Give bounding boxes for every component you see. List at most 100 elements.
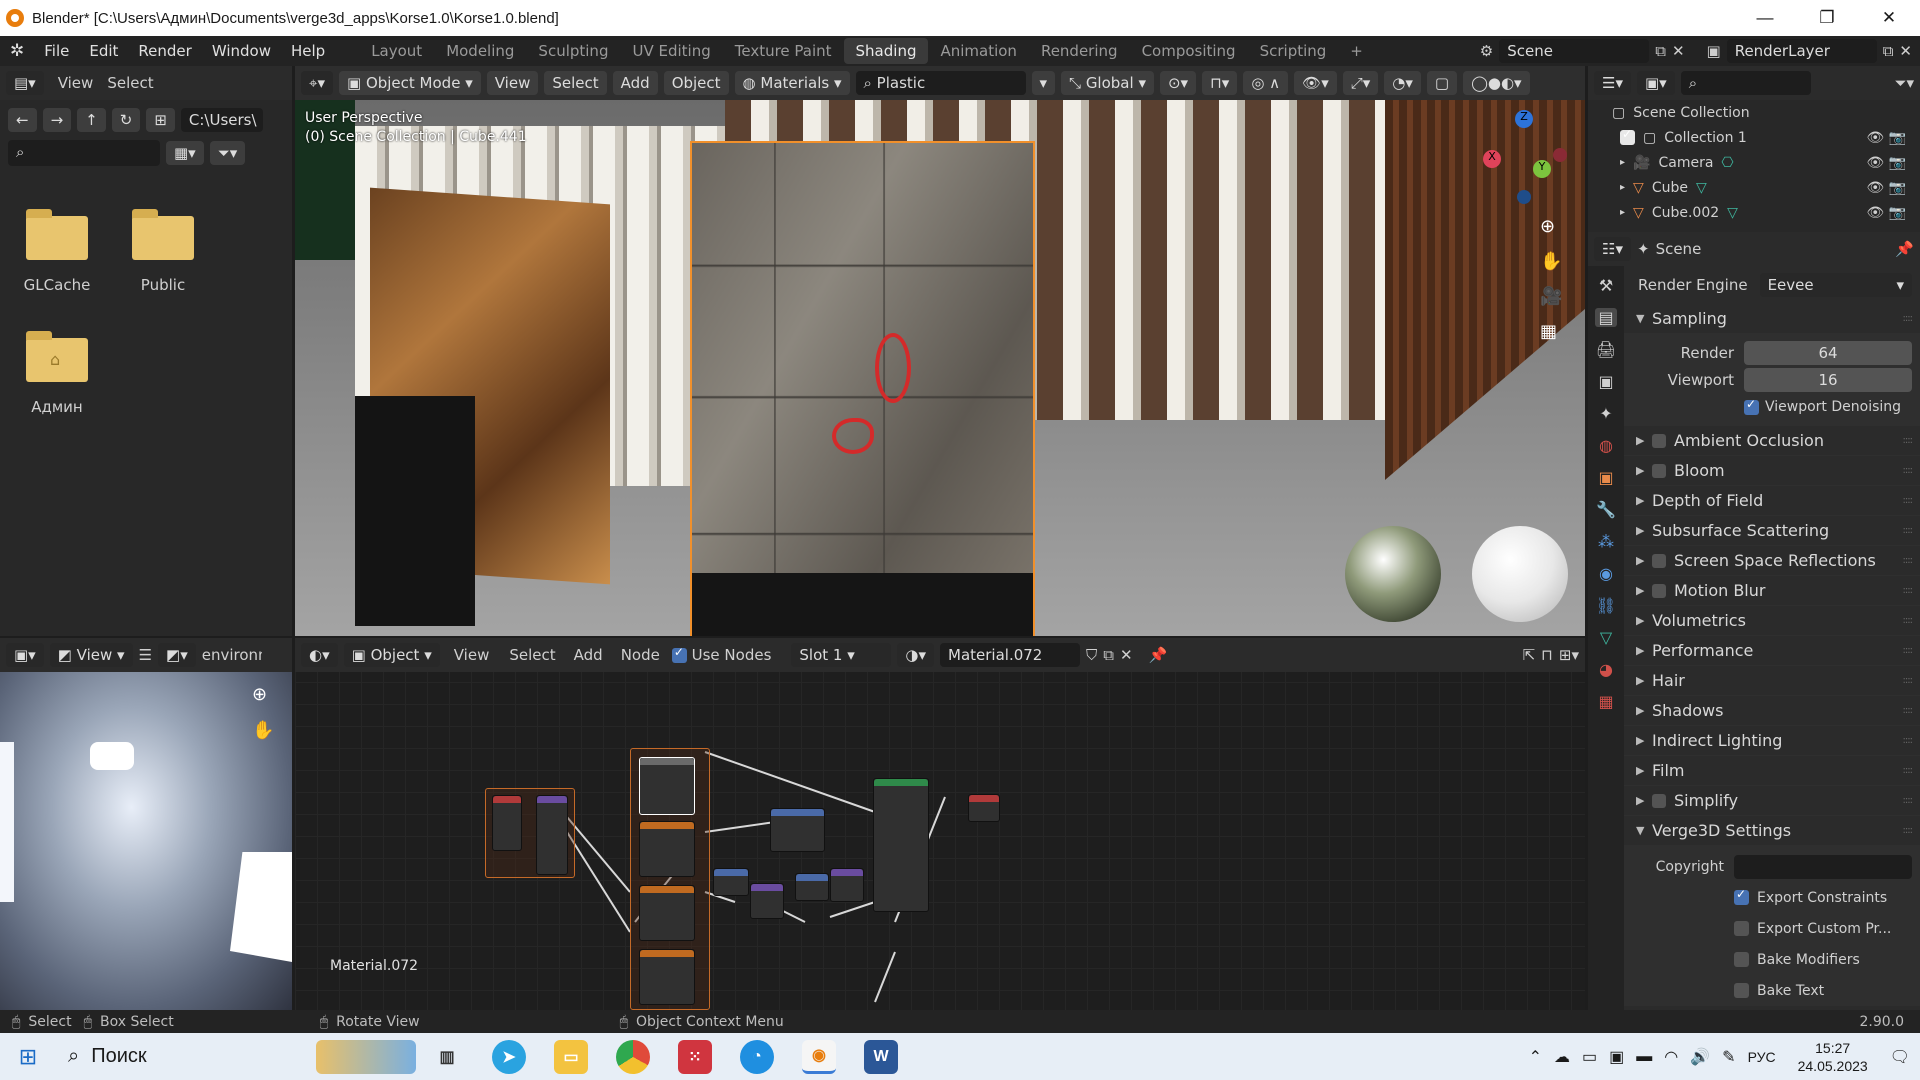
physics-tab-icon[interactable]: ◉ (1599, 564, 1613, 583)
refresh-icon[interactable]: ↻ (111, 108, 141, 132)
ne-menu-select[interactable]: Select (503, 646, 561, 664)
menu-file[interactable]: File (34, 42, 79, 60)
app-red-icon[interactable]: ⁙ (678, 1039, 712, 1074)
filter-icon[interactable]: ⏷▾ (1894, 74, 1914, 92)
camera-view-icon[interactable]: 🎥 (1540, 286, 1562, 307)
vp-menu-select[interactable]: Select (544, 71, 607, 95)
tray-app-icon[interactable]: ▭ (1582, 1047, 1597, 1067)
use-nodes-checkbox[interactable] (671, 645, 687, 663)
material-name-field[interactable]: Material.072 (940, 643, 1081, 667)
volume-icon[interactable]: 🔊 (1690, 1047, 1710, 1067)
ne-menu-add[interactable]: Add (568, 646, 609, 664)
xray-icon[interactable]: ▢ (1426, 71, 1458, 95)
tray-app-icon[interactable]: ▣ (1609, 1047, 1624, 1067)
expand-arrow-icon[interactable]: ▸ (1620, 182, 1625, 193)
tab-rendering[interactable]: Rendering (1029, 38, 1130, 64)
node-frame[interactable] (630, 748, 710, 1010)
shader-node-editor[interactable]: ◐▾ ▣ Object ▾ View Select Add Node Use N… (295, 638, 1585, 1010)
gizmo-z-axis[interactable]: Z (1515, 110, 1533, 128)
shader-node[interactable] (639, 885, 695, 941)
viewport-denoising-row[interactable]: Viewport Denoising (1624, 392, 1912, 422)
overlay-icon[interactable]: ◔▾ (1384, 71, 1421, 95)
tab-compositing[interactable]: Compositing (1130, 38, 1248, 64)
bloom-section[interactable]: ▶ Bloom:::: (1624, 456, 1920, 486)
material-search-input[interactable]: ⌕ Plastic (855, 71, 1026, 95)
view-layer-tab-icon[interactable]: ▣ (1598, 372, 1613, 391)
delete-scene-icon[interactable]: ✕ (1672, 42, 1685, 60)
material-browse-icon[interactable]: ▾ (1031, 71, 1056, 95)
tab-modeling[interactable]: Modeling (434, 38, 526, 64)
volumetrics-section[interactable]: ▶ Volumetrics:::: (1624, 606, 1920, 636)
gizmo-y-axis[interactable]: Y (1533, 160, 1551, 178)
performance-section[interactable]: ▶ Performance:::: (1624, 636, 1920, 666)
language-indicator[interactable]: РУС (1748, 1049, 1776, 1065)
chrome-icon[interactable] (616, 1039, 650, 1074)
vp-menu-add[interactable]: Add (612, 71, 658, 95)
navigation-gizmo[interactable]: Z X Y (1475, 110, 1575, 210)
selected-cabinet[interactable] (690, 141, 1035, 636)
view-layer-icon[interactable]: ▣ (1707, 42, 1721, 60)
gizmo-neg-x[interactable] (1553, 148, 1567, 162)
scene-tab-icon[interactable]: ✦ (1599, 404, 1612, 423)
render-samples-field[interactable]: 64 (1744, 340, 1912, 365)
scene-selector[interactable]: Scene (1499, 39, 1650, 63)
delete-layer-icon[interactable]: ✕ (1899, 42, 1912, 60)
forward-icon[interactable]: → (42, 108, 72, 132)
path-field[interactable]: C:\Users\ (180, 108, 263, 132)
ne-menu-view[interactable]: View (446, 646, 498, 664)
hdri-preview-image[interactable]: ⊕ ✋ (0, 672, 292, 1010)
verge3d-section-header[interactable]: ▼ Verge3D Settings:::: (1624, 816, 1920, 846)
sampling-section-header[interactable]: ▼ Sampling:::: (1624, 304, 1920, 334)
outliner-row[interactable]: ▢ Collection 1 👁 📷 (1612, 125, 1920, 150)
pan-hand-icon[interactable]: ✋ (252, 720, 274, 741)
duplicate-material-icon[interactable]: ⧉ (1103, 646, 1114, 664)
tab-texture-paint[interactable]: Texture Paint (723, 38, 844, 64)
snap-mode-icon[interactable]: ⊞▾ (1559, 646, 1579, 664)
unlink-material-icon[interactable]: ✕ (1120, 646, 1133, 664)
view-mode-select[interactable]: ◩ View ▾ (49, 643, 133, 667)
tab-animation[interactable]: Animation (928, 38, 1028, 64)
zoom-icon[interactable]: ⊕ (1540, 216, 1562, 237)
fb-menu-select[interactable]: Select (107, 74, 153, 92)
verge-option-row[interactable]: Bake Text (1624, 975, 1912, 1006)
snap-icon[interactable]: ⊓▾ (1202, 71, 1238, 95)
shader-node[interactable] (713, 868, 749, 896)
output-tab-icon[interactable]: 🖨 (1596, 340, 1616, 359)
principled-bsdf-node[interactable] (873, 778, 929, 912)
texture-tab-icon[interactable]: ▦ (1598, 692, 1613, 711)
eye-icon[interactable]: 👁 📷 (1866, 130, 1920, 146)
editor-type-icon[interactable]: ◐▾ (301, 643, 338, 667)
filter-icon[interactable]: ⏷▾ (209, 141, 246, 165)
outliner-row[interactable]: ▸ ▽ Cube ▽ 👁 📷 (1612, 175, 1920, 200)
hamburger-menu-icon[interactable]: ☰ (139, 646, 152, 664)
eye-icon[interactable]: 👁 📷 (1866, 180, 1920, 196)
windows-start-icon[interactable]: ⊞ (0, 1044, 56, 1070)
pin-icon[interactable]: 📌 (1895, 240, 1914, 258)
data-tab-icon[interactable]: ▽ (1600, 628, 1612, 647)
image-browse-icon[interactable]: ◩▾ (158, 643, 196, 667)
expand-arrow-icon[interactable]: ▸ (1620, 207, 1625, 218)
shadows-section[interactable]: ▶ Shadows:::: (1624, 696, 1920, 726)
outliner-search-input[interactable]: ⌕ (1680, 71, 1811, 95)
add-workspace-icon[interactable]: + (1338, 38, 1375, 64)
material-tab-icon[interactable]: ◕ (1599, 660, 1613, 679)
eye-icon[interactable]: 👁 📷 (1866, 155, 1920, 171)
shader-node[interactable] (750, 883, 784, 919)
bake-text-checkbox[interactable] (1734, 983, 1749, 998)
constraints-tab-icon[interactable]: ⛓ (1596, 596, 1616, 615)
fake-user-icon[interactable]: ⛉ (1086, 646, 1097, 664)
depth-of-field-section[interactable]: ▶ Depth of Field:::: (1624, 486, 1920, 516)
pin-icon[interactable]: 📌 (1149, 646, 1168, 664)
3d-viewport[interactable]: ⌖▾ ▣ Object Mode ▾ View Select Add Objec… (295, 66, 1585, 636)
render-tab-icon[interactable]: ▤ (1595, 308, 1617, 327)
simplify-checkbox[interactable] (1652, 793, 1666, 808)
word-icon[interactable]: W (864, 1039, 898, 1074)
folder-item[interactable]: GLCache (22, 209, 92, 294)
tool-tab-icon[interactable]: ⚒ (1599, 276, 1613, 295)
outliner-row[interactable]: ▸ ▽ Cube.002 ▽ 👁 📷 (1612, 200, 1920, 225)
slot-select[interactable]: Slot 1 ▾ (791, 643, 892, 667)
transform-orientation-select[interactable]: ⤡ Global ▾ (1061, 71, 1154, 95)
ambient-occlusion-checkbox[interactable] (1652, 433, 1666, 448)
tab-sculpting[interactable]: Sculpting (526, 38, 620, 64)
back-icon[interactable]: ← (8, 108, 37, 132)
